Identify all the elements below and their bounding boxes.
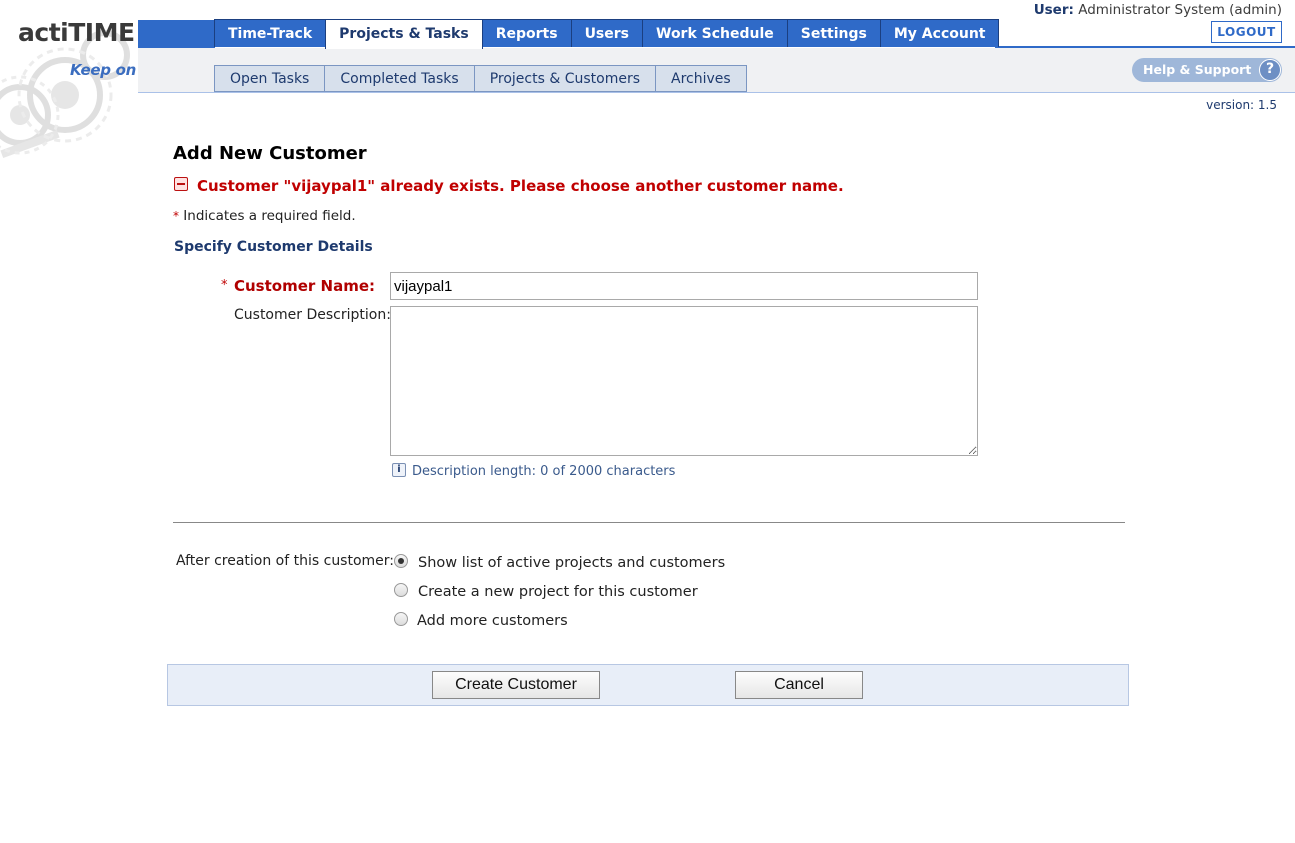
radio-show-list[interactable] xyxy=(394,554,408,568)
page-title: Add New Customer xyxy=(173,143,367,164)
tab-settings[interactable]: Settings xyxy=(786,19,881,47)
radio-create-project[interactable] xyxy=(394,583,408,597)
customer-description-label: Customer Description: xyxy=(234,307,391,323)
cancel-button[interactable]: Cancel xyxy=(735,671,863,699)
section-title: Specify Customer Details xyxy=(174,239,373,255)
subtab-archives[interactable]: Archives xyxy=(655,65,747,92)
radio-create-project-label[interactable]: Create a new project for this customer xyxy=(418,584,698,600)
tab-users[interactable]: Users xyxy=(570,19,643,47)
question-icon: ? xyxy=(1259,59,1281,81)
subtab-open-tasks[interactable]: Open Tasks xyxy=(214,65,326,92)
tab-reports[interactable]: Reports xyxy=(481,19,572,47)
logout-button[interactable]: LOGOUT xyxy=(1211,21,1282,43)
required-star-name: * xyxy=(221,278,228,293)
tab-projects-tasks[interactable]: Projects & Tasks xyxy=(325,19,483,49)
subtab-completed-tasks[interactable]: Completed Tasks xyxy=(324,65,475,92)
divider xyxy=(173,522,1125,523)
radio-show-list-label[interactable]: Show list of active projects and custome… xyxy=(418,555,725,571)
error-icon xyxy=(174,177,188,191)
customer-name-input[interactable] xyxy=(390,272,978,300)
help-support-button[interactable]: Help & Support? xyxy=(1132,58,1282,82)
after-creation-label: After creation of this customer: xyxy=(176,553,395,569)
logo-prefix: acti xyxy=(18,18,69,47)
customer-description-input[interactable] xyxy=(390,306,978,456)
description-length: Description length: 0 of 2000 characters xyxy=(412,464,676,479)
customer-name-label: Customer Name: xyxy=(234,277,375,295)
required-star: * xyxy=(173,209,179,223)
nav-strip xyxy=(138,20,215,48)
radio-add-more[interactable] xyxy=(394,612,408,626)
sub-nav: Open Tasks Completed Tasks Projects & Cu… xyxy=(214,65,747,92)
user-name: Administrator System (admin) xyxy=(1078,2,1282,18)
required-note-text: Indicates a required field. xyxy=(183,208,356,224)
tab-time-track[interactable]: Time-Track xyxy=(214,19,327,47)
tab-work-schedule[interactable]: Work Schedule xyxy=(642,19,788,47)
tab-my-account[interactable]: My Account xyxy=(879,19,1000,47)
app-logo: actiTIME xyxy=(18,18,135,47)
radio-add-more-label[interactable]: Add more customers xyxy=(417,613,568,629)
version-label: version: 1.5 xyxy=(1206,98,1277,112)
user-info: User: Administrator System (admin) xyxy=(1034,2,1282,18)
info-icon: i xyxy=(392,463,406,477)
error-message: Customer "vijaypal1" already exists. Ple… xyxy=(197,177,844,195)
create-customer-button[interactable]: Create Customer xyxy=(432,671,600,699)
main-nav: Time-Track Projects & Tasks Reports User… xyxy=(214,19,1000,49)
button-bar xyxy=(167,664,1129,706)
required-note: * Indicates a required field. xyxy=(173,208,356,224)
help-label: Help & Support xyxy=(1143,62,1252,77)
subtab-projects-customers[interactable]: Projects & Customers xyxy=(473,65,656,92)
user-label: User: xyxy=(1033,2,1074,18)
logo-suffix: TIME xyxy=(68,18,135,47)
